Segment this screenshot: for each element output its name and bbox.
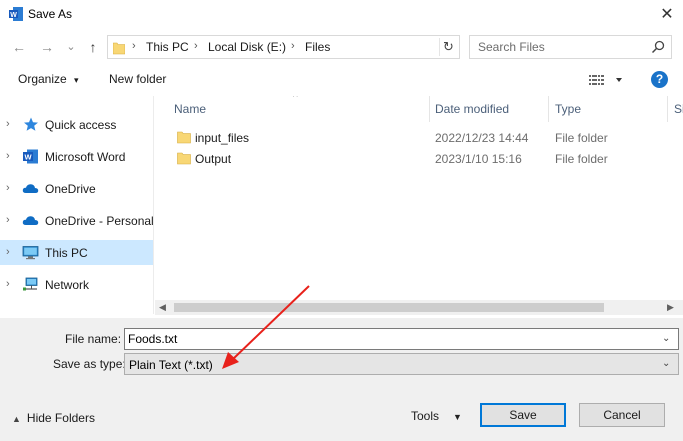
organize-label: Organize <box>18 72 67 86</box>
expand-chevron-icon[interactable]: › <box>6 278 10 290</box>
network-icon <box>23 277 38 291</box>
column-header-date-modified[interactable]: Date modified <box>430 96 548 122</box>
chevron-down-icon[interactable]: ⌄ <box>662 333 670 344</box>
refresh-button[interactable]: ↻ <box>439 38 457 56</box>
cloud-icon <box>22 184 39 193</box>
caret-down-icon: ▾ <box>74 75 79 85</box>
cancel-button[interactable]: Cancel <box>579 403 665 427</box>
breadcrumb-separator: › <box>132 40 136 52</box>
caret-down-icon: ▼ <box>453 412 462 422</box>
chevron-down-icon: ⌄ <box>662 358 671 369</box>
file-name-field[interactable]: ⌄ <box>124 328 679 350</box>
svg-text:W: W <box>10 12 17 19</box>
address-bar[interactable]: › This PC › Local Disk (E:) › Files ↻ <box>107 35 460 59</box>
horizontal-scrollbar[interactable]: ◀ ▶ <box>155 300 683 315</box>
file-name-input[interactable] <box>128 330 648 348</box>
scrollbar-thumb[interactable] <box>174 303 604 312</box>
caret-up-icon: ▲ <box>12 414 21 424</box>
expand-chevron-icon[interactable]: › <box>6 118 10 130</box>
breadcrumb-separator: › <box>194 40 198 52</box>
list-item[interactable]: input_files 2022/12/23 14:44 File folder <box>155 127 683 148</box>
file-name-label: File name: <box>65 332 122 346</box>
column-header-size[interactable]: Si <box>668 96 683 122</box>
file-type: File folder <box>555 131 608 145</box>
expand-chevron-icon[interactable]: › <box>6 214 10 226</box>
expand-chevron-icon[interactable]: › <box>6 246 10 258</box>
expand-chevron-icon[interactable]: › <box>6 150 10 162</box>
up-arrow-icon: ↑ <box>89 39 97 55</box>
tools-label: Tools <box>411 409 440 423</box>
sidebar-item-onedrive[interactable]: › OneDrive <box>0 176 153 201</box>
star-icon <box>24 117 38 131</box>
window-title: Save As <box>28 7 73 21</box>
file-date: 2023/1/10 15:16 <box>435 152 522 166</box>
title-bar: W Save As ✕ <box>0 0 683 30</box>
save-type-value: Plain Text (*.txt) <box>129 358 213 372</box>
file-name: input_files <box>195 131 250 145</box>
expand-chevron-icon[interactable]: › <box>6 182 10 194</box>
search-icon <box>651 40 665 54</box>
sidebar-item-label: OneDrive - Personal <box>45 214 154 228</box>
sidebar-item-network[interactable]: › Network <box>0 272 153 297</box>
sidebar-item-label: OneDrive <box>45 182 96 196</box>
sidebar-item-onedrive-personal[interactable]: › OneDrive - Personal <box>0 208 154 233</box>
command-bar: Organize ▾ New folder ? <box>0 66 683 94</box>
help-button[interactable]: ? <box>651 71 668 88</box>
sidebar-item-this-pc[interactable]: › This PC <box>0 240 153 265</box>
forward-button[interactable]: → <box>38 37 56 57</box>
new-folder-button[interactable]: New folder <box>109 72 166 86</box>
sidebar-item-label: Microsoft Word <box>45 150 126 164</box>
sidebar-item-label: Network <box>45 278 90 292</box>
change-view-button[interactable] <box>587 72 627 88</box>
save-button[interactable]: Save <box>480 403 566 427</box>
refresh-icon: ↻ <box>443 39 454 54</box>
organize-button[interactable]: Organize ▾ <box>18 72 79 86</box>
folder-icon <box>113 42 125 55</box>
sidebar-item-label: This PC <box>45 246 88 260</box>
forward-arrow-icon: → <box>40 39 54 55</box>
breadcrumb-files[interactable]: Files <box>305 40 330 54</box>
cloud-icon <box>22 216 39 225</box>
chevron-down-icon: ⌄ <box>66 41 76 53</box>
save-form: File name: ⌄ Save as type: Plain Text (*… <box>0 318 683 441</box>
tools-button[interactable]: Tools ▼ <box>411 409 462 423</box>
navigation-bar: ← → ⌄ ↑ › This PC › Local Disk (E:) › Fi… <box>0 32 683 62</box>
file-list: ^ Name Date modified Type Si input_files… <box>155 96 683 318</box>
back-arrow-icon: ← <box>12 39 26 55</box>
list-item[interactable]: Output 2023/1/10 15:16 File folder <box>155 148 683 169</box>
computer-icon <box>22 246 39 260</box>
file-type: File folder <box>555 152 608 166</box>
breadcrumb-this-pc[interactable]: This PC <box>146 40 189 54</box>
close-button[interactable]: ✕ <box>654 3 680 27</box>
word-icon: W <box>23 149 38 164</box>
svg-text:W: W <box>24 153 32 162</box>
navigation-pane: › Quick access › W Microsoft Word › OneD… <box>0 96 154 314</box>
save-type-select[interactable]: Plain Text (*.txt) ⌄ <box>124 353 679 375</box>
hide-folders-label: Hide Folders <box>26 411 95 425</box>
folder-icon <box>177 131 191 144</box>
sidebar-item-microsoft-word[interactable]: › W Microsoft Word <box>0 144 153 169</box>
column-header-name[interactable]: Name <box>155 96 431 122</box>
hide-folders-button[interactable]: ▲ Hide Folders <box>12 411 95 425</box>
back-button[interactable]: ← <box>10 37 28 57</box>
column-header-type[interactable]: Type <box>549 96 667 122</box>
breadcrumb-local-disk[interactable]: Local Disk (E:) <box>208 40 286 54</box>
up-button[interactable]: ↑ <box>84 37 102 57</box>
breadcrumb-separator: › <box>291 40 295 52</box>
folder-icon <box>177 152 191 165</box>
word-app-icon: W <box>9 7 23 21</box>
scroll-right-icon[interactable]: ▶ <box>667 302 674 313</box>
search-input[interactable] <box>470 36 650 58</box>
file-date: 2022/12/23 14:44 <box>435 131 529 145</box>
scroll-left-icon[interactable]: ◀ <box>159 302 166 313</box>
sidebar-item-label: Quick access <box>45 118 117 132</box>
recent-locations-button[interactable]: ⌄ <box>64 37 78 57</box>
search-box[interactable] <box>469 35 672 59</box>
sidebar-item-quick-access[interactable]: › Quick access <box>0 112 153 137</box>
file-name: Output <box>195 152 232 166</box>
save-type-label: Save as type: <box>53 357 126 371</box>
close-icon: ✕ <box>660 6 674 23</box>
